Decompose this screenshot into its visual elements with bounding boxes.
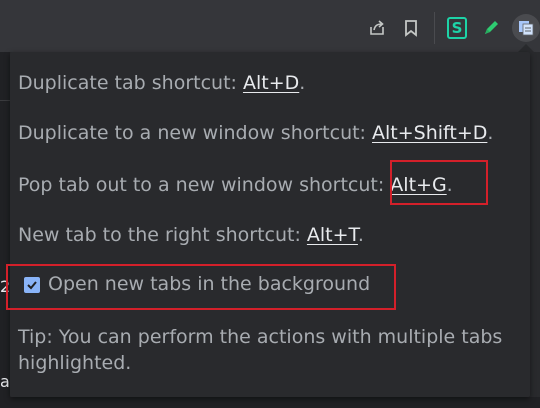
annotation-highlight-box <box>6 264 396 310</box>
extension-popup: Duplicate tab shortcut: Alt+D. Duplicate… <box>6 52 530 397</box>
duplicate-tab-shortcut-link[interactable]: Alt+D <box>243 72 299 94</box>
bookmark-icon[interactable] <box>398 15 424 41</box>
browser-toolbar: S <box>0 0 540 52</box>
new-tab-right-label: New tab to the right shortcut: <box>18 224 307 246</box>
period: . <box>487 122 494 144</box>
new-tab-right-row: New tab to the right shortcut: Alt+T. <box>18 223 364 247</box>
duplicate-tab-icon[interactable] <box>512 14 540 42</box>
period: . <box>357 224 364 246</box>
duplicate-window-row: Duplicate to a new window shortcut: Alt+… <box>18 121 493 145</box>
duplicate-window-label: Duplicate to a new window shortcut: <box>18 122 372 144</box>
duplicate-tab-row: Duplicate tab shortcut: Alt+D. <box>18 71 305 95</box>
divider <box>0 100 10 101</box>
background-text: a <box>0 372 10 391</box>
background-page-left: 2 a <box>0 52 10 408</box>
annotation-highlight-box <box>390 160 488 205</box>
share-icon[interactable] <box>364 15 390 41</box>
pop-out-label: Pop tab out to a new window shortcut: <box>18 174 391 196</box>
extension-s-letter: S <box>447 17 467 39</box>
new-tab-right-shortcut-link[interactable]: Alt+T <box>307 224 358 246</box>
pop-out-row: Pop tab out to a new window shortcut: Al… <box>18 173 453 197</box>
extension-s-icon[interactable]: S <box>444 15 470 41</box>
duplicate-window-shortcut-link[interactable]: Alt+Shift+D <box>372 122 487 144</box>
screen: S 2 a Duplicate tab shortcut: Alt+D. Dup… <box>0 0 540 408</box>
pen-icon[interactable] <box>478 15 504 41</box>
duplicate-tab-label: Duplicate tab shortcut: <box>18 72 243 94</box>
period: . <box>299 72 306 94</box>
toolbar-separator <box>434 12 435 44</box>
tip-text: Tip: You can perform the actions with mu… <box>18 326 503 374</box>
background-page-bottom <box>10 397 540 408</box>
